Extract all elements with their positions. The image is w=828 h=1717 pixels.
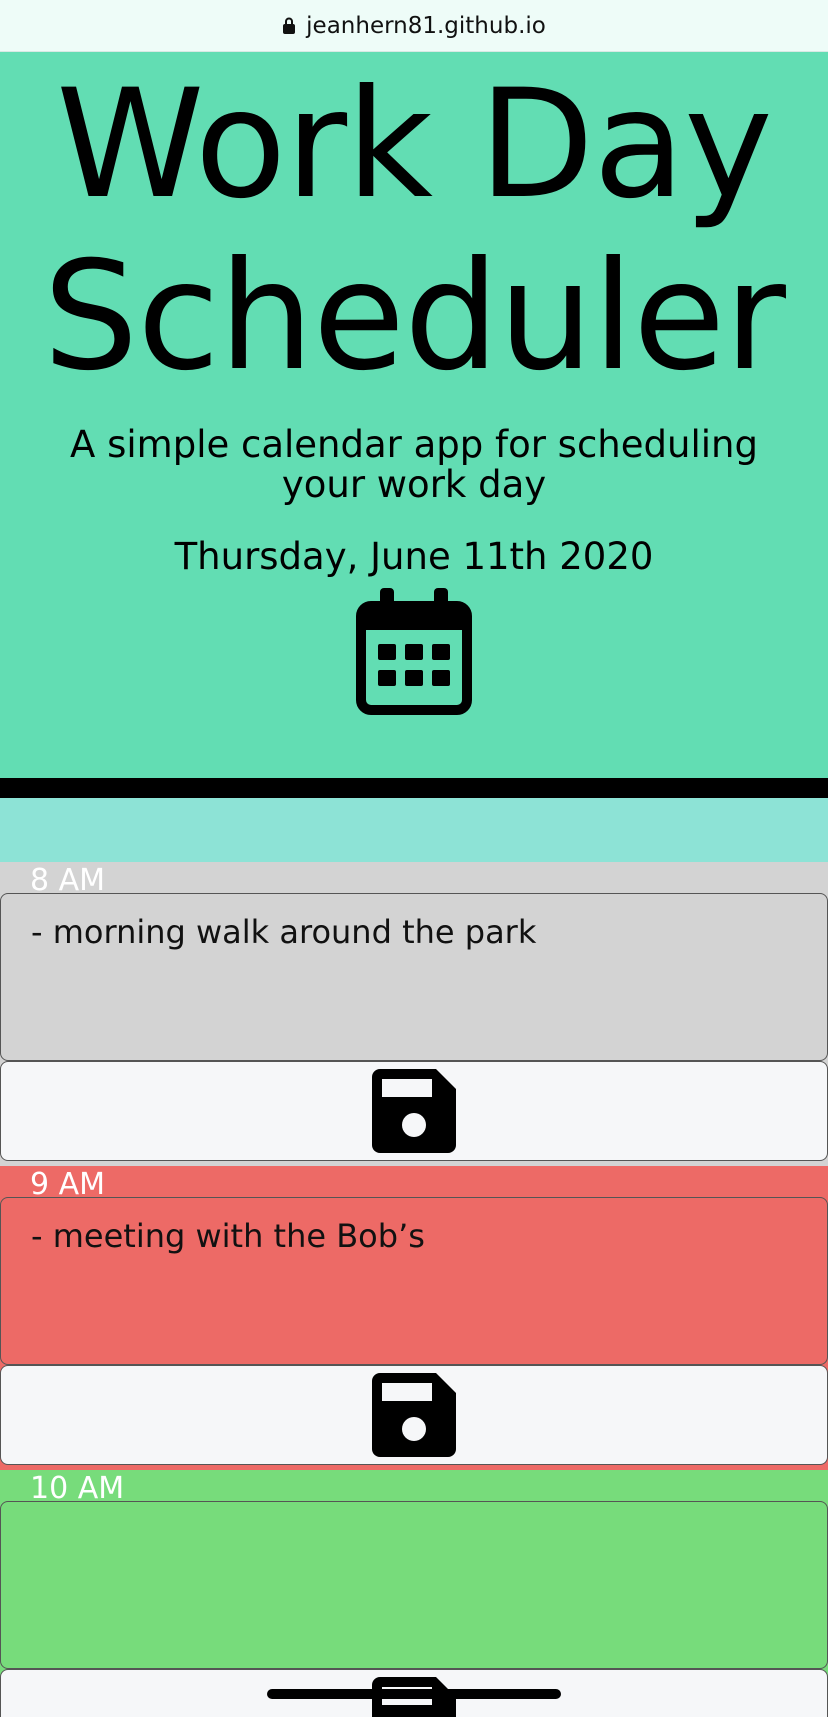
page-title: Work Day Scheduler	[43, 58, 786, 404]
url-text: jeanhern81.github.io	[306, 12, 546, 39]
lock-icon	[283, 17, 296, 34]
home-indicator	[267, 1689, 561, 1699]
time-block-10am: 10 AM	[0, 1470, 828, 1717]
jumbotron: Work Day Scheduler A simple calendar app…	[0, 52, 828, 778]
time-block-8am: 8 AM - morning walk around the park	[0, 862, 828, 1166]
spacer-band	[0, 798, 828, 862]
divider	[0, 778, 828, 798]
current-date: Thursday, June 11th 2020	[174, 535, 654, 578]
lead-text: A simple calendar app for scheduling you…	[70, 423, 758, 506]
save-icon	[372, 1069, 456, 1153]
time-block-9am: 9 AM - meeting with the Bob’s	[0, 1166, 828, 1470]
event-textarea[interactable]: - morning walk around the park	[0, 893, 828, 1061]
url-bar[interactable]: jeanhern81.github.io	[0, 0, 828, 52]
save-icon	[372, 1373, 456, 1457]
event-textarea[interactable]	[0, 1501, 828, 1669]
event-textarea[interactable]: - meeting with the Bob’s	[0, 1197, 828, 1365]
save-button[interactable]	[0, 1061, 828, 1161]
calendar-icon	[356, 588, 472, 715]
save-button[interactable]	[0, 1365, 828, 1465]
